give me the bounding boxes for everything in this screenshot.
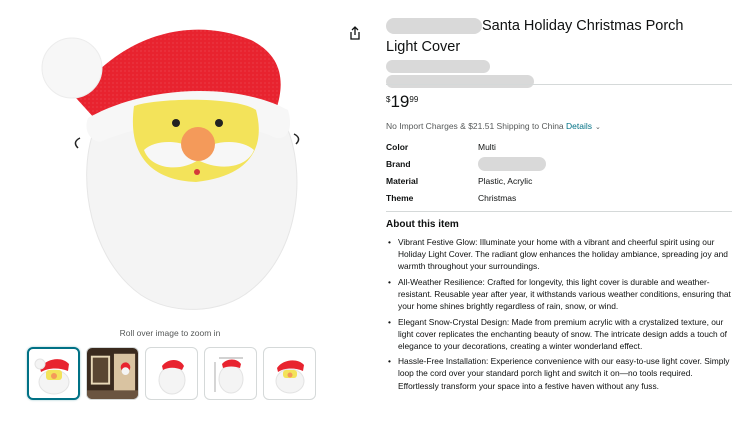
- product-title-block: Santa Holiday Christmas Porch Light Cove…: [386, 16, 732, 88]
- price-fraction: 99: [409, 95, 419, 104]
- thumbnail-porch-scene[interactable]: [86, 347, 139, 400]
- redacted-rating-line: [386, 75, 534, 88]
- spec-value: Plastic, Acrylic: [478, 175, 533, 186]
- feature-bullets: Vibrant Festive Glow: Illuminate your ho…: [386, 236, 732, 392]
- chevron-down-icon[interactable]: ⌄: [595, 124, 601, 131]
- product-title-continuation: Light Cover: [386, 39, 461, 55]
- spec-row-material: Material Plastic, Acrylic: [386, 172, 546, 189]
- spec-value: Multi: [478, 141, 496, 152]
- about-heading: About this item: [386, 219, 459, 230]
- spec-row-brand: Brand: [386, 155, 546, 172]
- redacted-store-name: [386, 60, 490, 73]
- spec-key: Material: [386, 175, 419, 186]
- shipping-info: No Import Charges & $21.51 Shipping to C…: [386, 121, 601, 131]
- zoom-hint: Roll over image to zoom in: [119, 328, 221, 338]
- product-title: Santa Holiday Christmas Porch: [482, 18, 684, 34]
- shipping-details-link[interactable]: Details: [566, 121, 592, 131]
- santa-angle-thumbnail-image: [275, 359, 304, 393]
- share-icon[interactable]: [347, 25, 363, 41]
- spec-key: Brand: [386, 158, 411, 169]
- shipping-text: No Import Charges & $21.51 Shipping to C…: [386, 121, 564, 131]
- thumbnail-santa-angle[interactable]: [263, 347, 316, 400]
- spec-row-color: Color Multi: [386, 138, 546, 155]
- spec-key: Color: [386, 141, 409, 152]
- about-this-item: About this item Vibrant Festive Glow: Il…: [386, 219, 732, 395]
- redacted-brand-value: [478, 156, 546, 171]
- product-title-line: Santa Holiday Christmas Porch: [386, 16, 732, 36]
- thumbnail-santa-side[interactable]: [145, 347, 198, 400]
- feature-bullet: Vibrant Festive Glow: Illuminate your ho…: [386, 236, 732, 272]
- thumbnail-santa-dimensions[interactable]: [204, 347, 257, 400]
- feature-bullet: Elegant Snow-Crystal Design: Made from p…: [386, 316, 732, 352]
- main-product-image[interactable]: [36, 10, 316, 320]
- price: $ 19 99: [386, 92, 418, 112]
- thumbnail-santa-front[interactable]: [27, 347, 80, 400]
- santa-thumbnail-image: [34, 358, 69, 394]
- santa-side-thumbnail-image: [158, 359, 185, 394]
- feature-bullet: Hassle-Free Installation: Experience con…: [386, 355, 732, 391]
- thumbnail-strip: [27, 347, 316, 400]
- specs-divider: [386, 211, 732, 212]
- santa-light-cover-image: [41, 10, 300, 310]
- feature-bullet: All-Weather Resilience: Crafted for long…: [386, 276, 732, 312]
- spec-row-theme: Theme Christmas: [386, 189, 546, 206]
- redacted-brand-prefix: [386, 18, 482, 34]
- porch-thumbnail-image: [87, 348, 138, 399]
- spec-value: Christmas: [478, 192, 517, 203]
- dimensions-thumbnail-image: [214, 357, 243, 393]
- title-divider: [386, 84, 732, 85]
- product-specs-table: Color Multi Brand Material Plastic, Acry…: [386, 138, 546, 206]
- spec-key: Theme: [386, 192, 414, 203]
- price-whole: 19: [390, 92, 410, 111]
